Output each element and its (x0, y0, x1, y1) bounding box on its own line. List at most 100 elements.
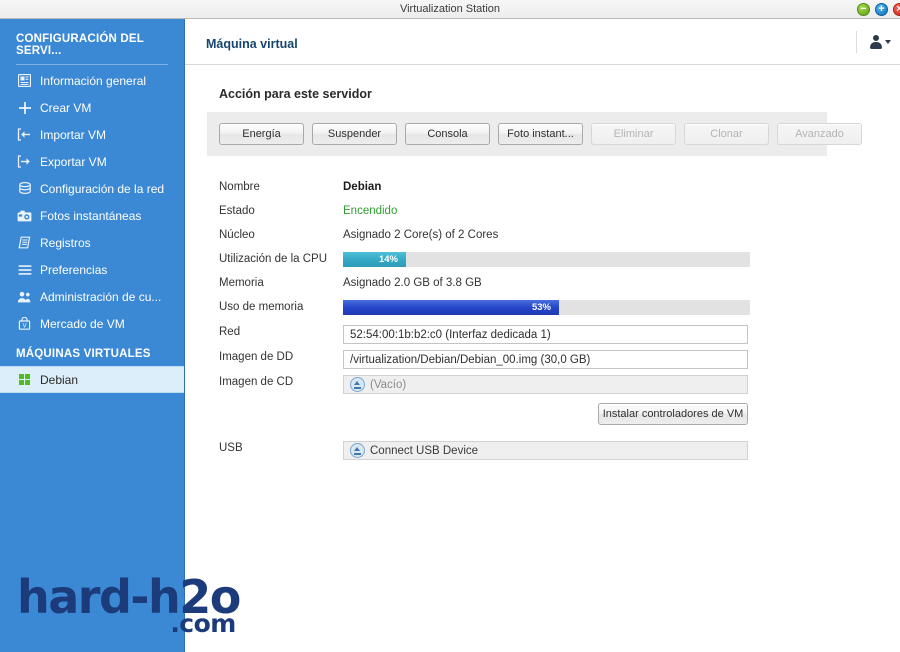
detail-label: Núcleo (219, 229, 255, 241)
vm-detail-panel: Acción para este servidor Energía Suspen… (207, 65, 875, 465)
log-book-icon (16, 235, 33, 251)
action-toolbar: Energía Suspender Consola Foto instant..… (207, 112, 862, 156)
info-panel-icon (16, 73, 33, 89)
sidebar-item-label: Debian (40, 372, 79, 387)
sidebar-heading-vms: MÁQUINAS VIRTUALES (16, 348, 151, 360)
sidebar-item-importar-vm[interactable]: Importar VM (0, 121, 184, 148)
sidebar-item-label: Registros (40, 235, 91, 250)
sidebar-item-fotos-instantaneas[interactable]: Fotos instantáneas (0, 202, 184, 229)
detail-label: Utilización de la CPU (219, 253, 328, 265)
avanzado-button: Avanzado (777, 123, 862, 145)
virtualization-station-window: Virtualization Station − + × CONFIGURACI… (0, 0, 900, 652)
maximize-button[interactable]: + (875, 3, 888, 16)
sidebar-item-label: Crear VM (40, 100, 92, 115)
memory-usage-fill: 53% (343, 300, 559, 315)
import-arrow-icon (16, 127, 33, 143)
cd-image-field[interactable]: (Vacío) (343, 375, 748, 394)
export-arrow-icon (16, 154, 33, 170)
users-icon (16, 289, 33, 305)
detail-row-estado: Estado Encendido (219, 204, 875, 223)
chevron-down-icon (885, 40, 891, 44)
sidebar-item-registros[interactable]: Registros (0, 229, 184, 256)
memory-usage-progressbar: 53% (343, 300, 750, 315)
vm-details-list: Nombre Debian Estado Encendido Núcleo As… (207, 180, 875, 460)
sidebar-item-label: Información general (40, 73, 147, 88)
sidebar-item-label: Fotos instantáneas (40, 208, 142, 223)
svg-text:V: V (22, 322, 27, 329)
page-header: Máquina virtual (185, 19, 900, 65)
minimize-button[interactable]: − (857, 3, 870, 16)
detail-row-imagen-dd: Imagen de DD /virtualization/Debian/Debi… (219, 350, 875, 369)
foto-instantanea-button[interactable]: Foto instant... (498, 123, 583, 145)
disk-image-field[interactable]: /virtualization/Debian/Debian_00.img (30… (343, 350, 748, 369)
detail-label: Memoria (219, 277, 264, 289)
sidebar-item-mercado-de-vm[interactable]: V Mercado de VM (0, 310, 184, 337)
sidebar-item-preferencias[interactable]: Preferencias (0, 256, 184, 283)
detail-row-nombre: Nombre Debian (219, 180, 875, 199)
cpu-usage-percent: 14% (378, 253, 398, 265)
sidebar-item-crear-vm[interactable]: Crear VM (0, 94, 184, 121)
close-glyph: × (896, 2, 900, 15)
network-field[interactable]: 52:54:00:1b:b2:c0 (Interfaz dedicada 1) (343, 325, 748, 344)
memory-usage-percent: 53% (531, 301, 551, 313)
sidebar-item-label: Mercado de VM (40, 316, 125, 331)
sidebar-item-label: Configuración de la red (40, 181, 165, 196)
detail-label: Uso de memoria (219, 301, 304, 313)
detail-row-red: Red 52:54:00:1b:b2:c0 (Interfaz dedicada… (219, 325, 875, 344)
page-title: Máquina virtual (206, 37, 298, 51)
detail-label: Red (219, 326, 241, 338)
network-stack-icon (16, 181, 33, 197)
sidebar-heading-server: CONFIGURACIÓN DEL SERVI... (16, 33, 144, 57)
detail-row-uso-memoria: Uso de memoria 53% (219, 300, 875, 319)
detail-label: USB (219, 442, 243, 454)
eject-disc-icon (350, 377, 365, 392)
instalar-controladores-vm-button[interactable]: Instalar controladores de VM (598, 403, 748, 425)
detail-row-imagen-cd: Imagen de CD (Vacío) (219, 375, 875, 394)
clonar-button: Clonar (684, 123, 769, 145)
energia-button[interactable]: Energía (219, 123, 304, 145)
sidebar-item-label: Administración de cu... (40, 289, 162, 304)
eliminar-button: Eliminar (591, 123, 676, 145)
vm-grid-icon (16, 372, 33, 388)
usb-field[interactable]: Connect USB Device (343, 441, 748, 460)
detail-label: Imagen de DD (219, 351, 294, 363)
usb-value: Connect USB Device (370, 444, 479, 457)
section-title-actions: Acción para este servidor (219, 87, 372, 101)
sidebar-item-informacion-general[interactable]: Información general (0, 67, 184, 94)
window-controls: − + × (857, 3, 900, 16)
sidebar-item-administracion-de-cuentas[interactable]: Administración de cu... (0, 283, 184, 310)
window-title-bar: Virtualization Station − + × (0, 0, 900, 19)
detail-value-nucleo: Asignado 2 Core(s) of 2 Cores (343, 229, 499, 241)
detail-row-nucleo: Núcleo Asignado 2 Core(s) of 2 Cores (219, 228, 875, 247)
detail-label: Nombre (219, 181, 260, 193)
detail-label: Imagen de CD (219, 376, 294, 388)
plus-icon (16, 100, 33, 116)
sidebar-item-label: Preferencias (40, 262, 108, 277)
detail-row-usb: USB Connect USB Device (219, 441, 875, 460)
cpu-usage-fill: 14% (343, 252, 406, 267)
status-badge: Encendido (343, 205, 398, 217)
suspender-button[interactable]: Suspender (312, 123, 397, 145)
user-icon (869, 35, 882, 49)
camera-icon (16, 208, 33, 224)
sidebar: CONFIGURACIÓN DEL SERVI... Información g… (0, 19, 185, 652)
cpu-usage-progressbar: 14% (343, 252, 750, 267)
content-area: Máquina virtual Acción para este servido… (185, 19, 900, 652)
minimize-glyph: − (860, 2, 867, 15)
sidebar-item-exportar-vm[interactable]: Exportar VM (0, 148, 184, 175)
sidebar-item-debian[interactable]: Debian (0, 366, 184, 393)
consola-button[interactable]: Consola (405, 123, 490, 145)
sidebar-item-label: Exportar VM (40, 154, 107, 169)
cd-image-value: (Vacío) (370, 378, 407, 391)
sidebar-divider (16, 64, 168, 65)
close-button[interactable]: × (893, 3, 900, 16)
sidebar-item-label: Importar VM (40, 127, 107, 142)
detail-value-memoria: Asignado 2.0 GB of 3.8 GB (343, 277, 482, 289)
sliders-icon (16, 262, 33, 278)
marketplace-icon: V (16, 316, 33, 332)
detail-row-memoria: Memoria Asignado 2.0 GB of 3.8 GB (219, 276, 875, 295)
sidebar-item-configuracion-red[interactable]: Configuración de la red (0, 175, 184, 202)
detail-label: Estado (219, 205, 255, 217)
eject-usb-icon (350, 443, 365, 458)
user-menu-button[interactable] (856, 31, 891, 53)
